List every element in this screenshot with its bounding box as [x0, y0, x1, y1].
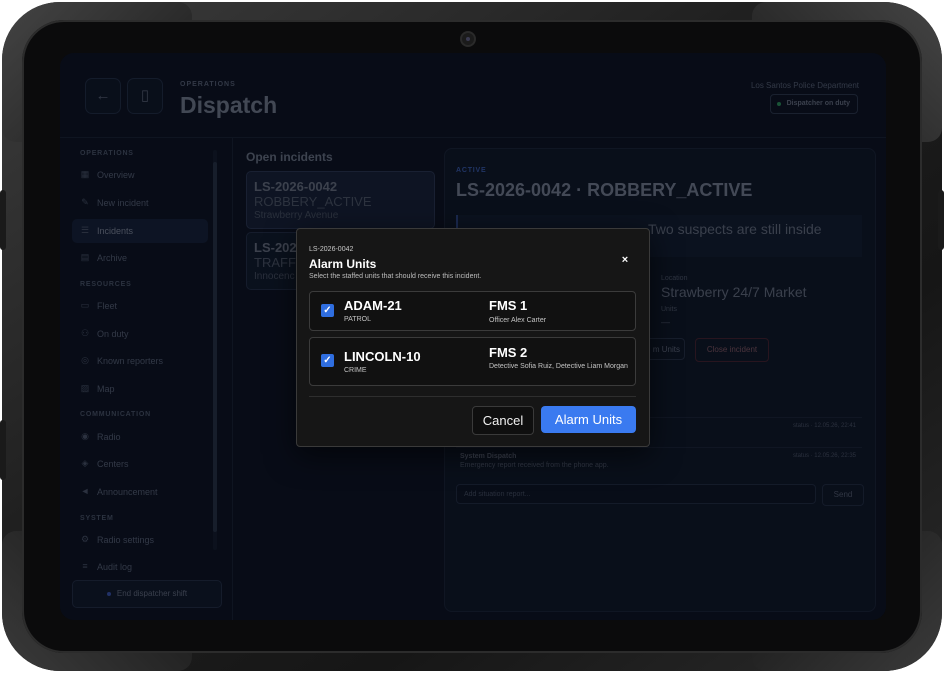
side-button [0, 190, 6, 250]
alarm-units-dialog: LS-2026-0042 Alarm Units Select the staf… [296, 228, 650, 447]
dialog-title: Alarm Units [309, 257, 377, 271]
unit-callsign: ADAM-21 [344, 298, 402, 313]
camera-icon [462, 33, 474, 45]
checkbox-checked[interactable]: ✓ [321, 304, 334, 317]
unit-type: CRIME [344, 367, 367, 374]
unit-option-lincoln-10[interactable]: ✓ LINCOLN-10 CRIME FMS 2 Detective Sofia… [309, 337, 636, 386]
unit-type: PATROL [344, 316, 371, 323]
unit-crew: Detective Sofia Ruiz, Detective Liam Mor… [489, 363, 628, 370]
dialog-incident-id: LS-2026-0042 [309, 246, 354, 253]
unit-callsign: LINCOLN-10 [344, 349, 421, 364]
close-icon[interactable]: × [619, 254, 631, 266]
alarm-units-confirm-button[interactable]: Alarm Units [541, 406, 636, 433]
unit-fms-status: FMS 1 [489, 298, 528, 313]
unit-option-adam-21[interactable]: ✓ ADAM-21 PATROL FMS 1 Officer Alex Cart… [309, 291, 636, 331]
unit-crew: Officer Alex Carter [489, 317, 547, 324]
cancel-button[interactable]: Cancel [472, 406, 534, 435]
side-button [938, 190, 944, 250]
unit-fms-status: FMS 2 [489, 345, 528, 360]
side-button [0, 420, 6, 480]
dialog-divider [309, 396, 636, 397]
checkbox-checked[interactable]: ✓ [321, 354, 334, 367]
dialog-description: Select the staffed units that should rec… [309, 273, 482, 280]
